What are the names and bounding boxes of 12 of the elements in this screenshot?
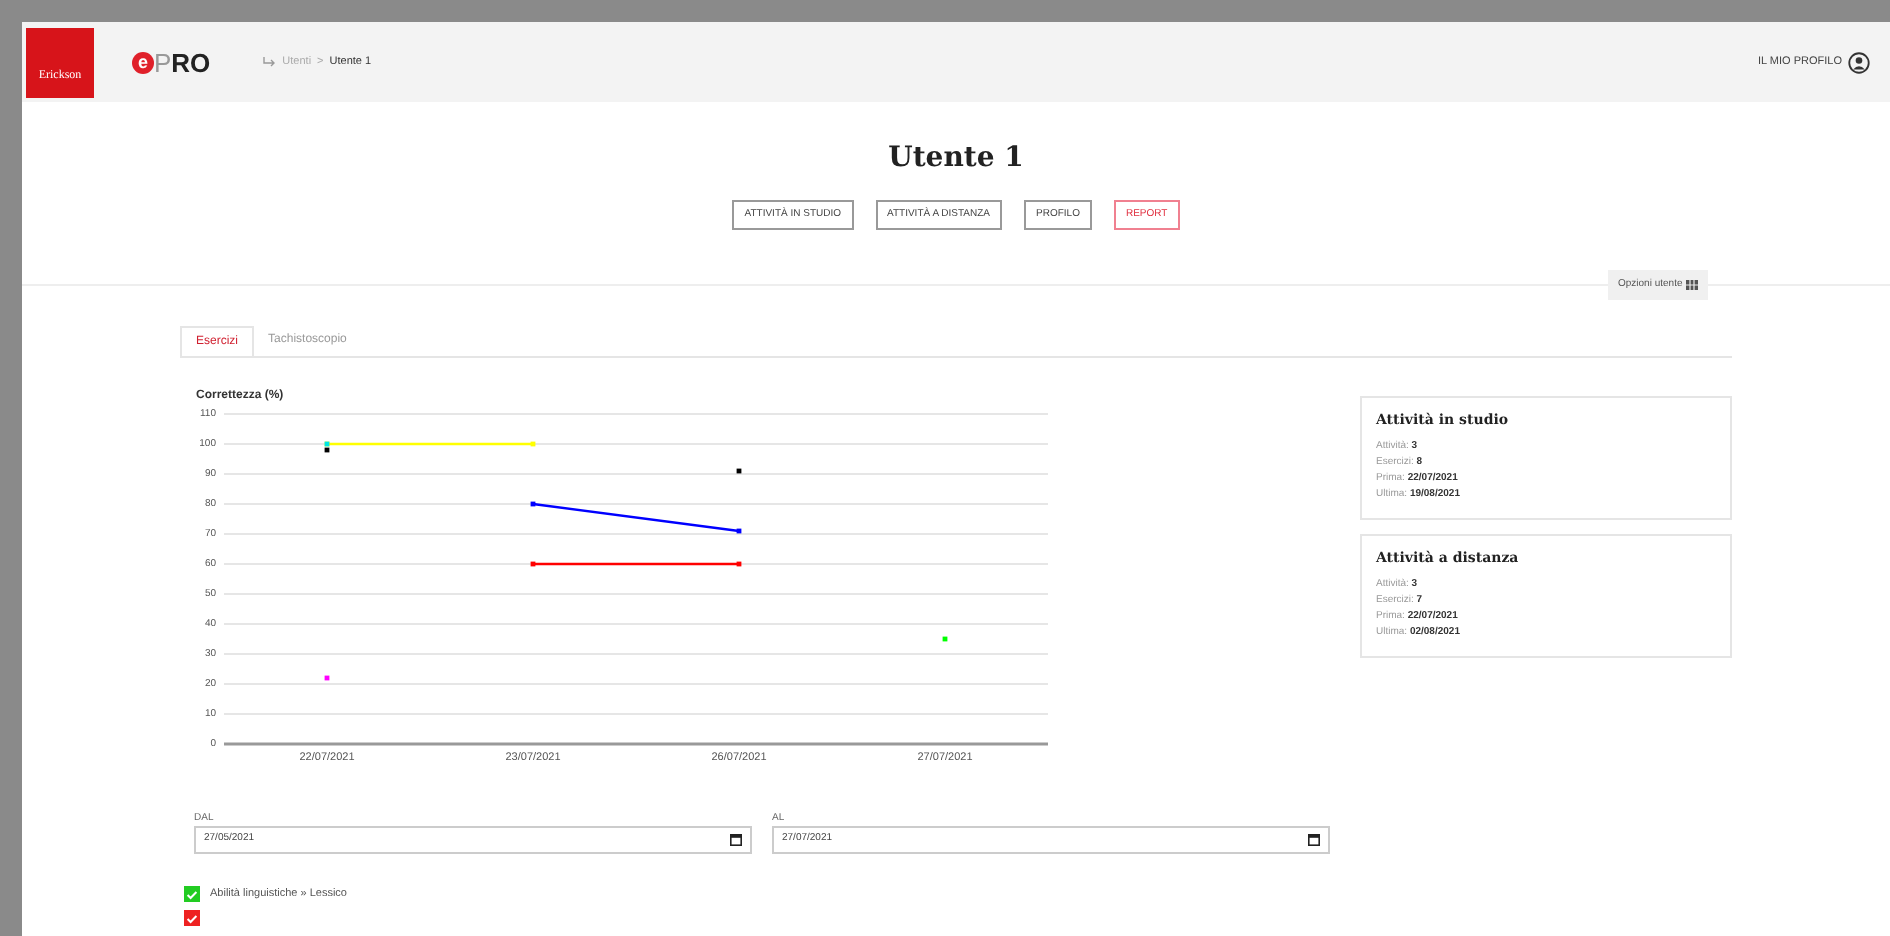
- legend-checkbox[interactable]: [184, 886, 200, 903]
- return-arrow-icon: [262, 56, 277, 68]
- data-series: [324, 675, 330, 681]
- grid-icon: [1686, 280, 1699, 290]
- app-logo: e PRO: [132, 49, 211, 75]
- data-series: [324, 441, 330, 447]
- data-series: [942, 636, 948, 642]
- calendar-icon[interactable]: [730, 834, 742, 846]
- user-avatar-icon[interactable]: [1848, 51, 1870, 73]
- page-title: Utente 1: [888, 140, 1024, 178]
- legend-checkbox[interactable]: [184, 910, 200, 927]
- calendar-icon[interactable]: [1308, 834, 1320, 846]
